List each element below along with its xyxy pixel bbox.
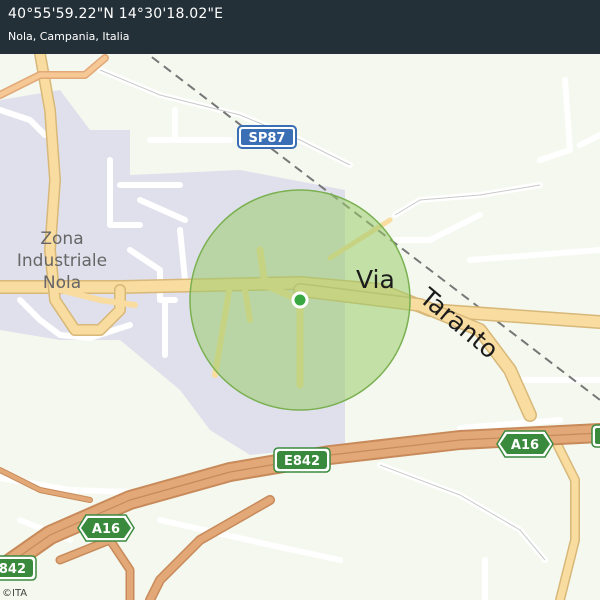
copyright-notice: ©ITA [2, 588, 28, 599]
shield-sp87[interactable]: SP87 [237, 125, 297, 149]
shield-e842-mid[interactable]: E842 [273, 447, 331, 473]
location-dot[interactable] [291, 291, 309, 309]
area-label-line-3: Nola [43, 273, 81, 293]
svg-text:E842: E842 [284, 454, 320, 469]
coordinates-readout: 40°55'59.22"N 14°30'18.02"E [8, 6, 224, 22]
svg-text:A16: A16 [511, 438, 539, 453]
map-canvas[interactable]: Zona Industriale Nola Via Taranto SP87 A… [0, 0, 600, 600]
area-label-line-2: Industriale [17, 251, 107, 271]
svg-text:SP87: SP87 [249, 131, 286, 146]
shield-e842-left[interactable]: E842 [0, 555, 37, 581]
location-header: 40°55'59.22"N 14°30'18.02"E Nola, Campan… [0, 0, 600, 54]
place-name: Nola, Campania, Italia [8, 30, 130, 43]
street-label-via: Via [356, 265, 395, 294]
shield-a16-right[interactable]: A16 [496, 430, 554, 458]
svg-text:E842: E842 [0, 562, 26, 577]
shield-edge-right [591, 424, 600, 448]
svg-text:A16: A16 [92, 522, 120, 537]
area-label-line-1: Zona [40, 229, 83, 249]
shield-a16-left[interactable]: A16 [77, 514, 135, 542]
